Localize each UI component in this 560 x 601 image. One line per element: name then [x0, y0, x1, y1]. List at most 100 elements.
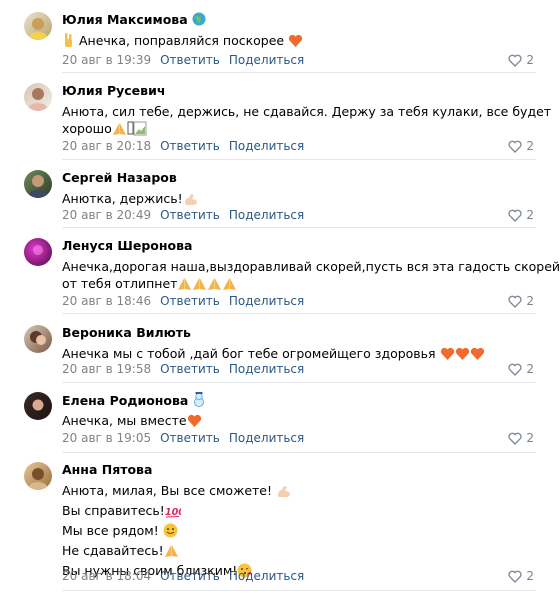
author-name[interactable]: Юлия Русевич — [62, 83, 165, 98]
avatar[interactable] — [24, 12, 52, 40]
reply-button[interactable]: Ответить — [160, 431, 220, 445]
comment-meta: 20 авг в 20:18 Ответить Поделиться — [62, 138, 304, 154]
reply-button[interactable]: Ответить — [160, 208, 220, 222]
comment: Сергей Назаров Анютка, держись! 20 авг в… — [0, 170, 560, 228]
praying-hands-icon — [164, 544, 179, 562]
orange-heart-icon — [288, 34, 303, 52]
heart-outline-icon — [508, 54, 522, 67]
comment-author[interactable]: Елена Родионова — [62, 392, 206, 411]
divider — [62, 72, 536, 73]
divider — [62, 227, 536, 228]
snowman-icon — [192, 392, 206, 411]
victory-hand-icon — [62, 33, 75, 52]
divider — [62, 313, 536, 314]
avatar[interactable] — [24, 238, 52, 266]
comment: Анна Пятова Анюта, милая, Вы все сможете… — [0, 462, 560, 592]
like-button[interactable]: 2 — [508, 207, 534, 223]
avatar[interactable] — [24, 462, 52, 490]
comment: Юлия Русевич Анюта, сил тебе, держись, н… — [0, 83, 560, 160]
comment-date[interactable]: 20 авг в 18:46 — [62, 294, 151, 308]
text-line: от тебя отлипнет — [62, 276, 178, 291]
like-button[interactable]: 2 — [508, 138, 534, 154]
divider — [62, 382, 536, 383]
reply-button[interactable]: Ответить — [160, 294, 220, 308]
author-name[interactable]: Анна Пятова — [62, 462, 152, 477]
author-name[interactable]: Ленуся Шеронова — [62, 238, 192, 253]
comment-text: Анюта, сил тебе, держись, не сдавайся. Д… — [62, 103, 552, 140]
orange-heart-icon — [455, 347, 470, 365]
heart-outline-icon — [508, 570, 522, 583]
text-line: Анютка, держись! — [62, 191, 183, 206]
avatar[interactable] — [24, 325, 52, 353]
text-line: Анюта, сил тебе, держись, не сдавайся. Д… — [62, 104, 552, 119]
comments-list: Юлия Максимова Анечка, поправляйся поско… — [0, 0, 560, 601]
comment-text: Анюта, милая, Вы все сможете! Вы справит… — [62, 482, 532, 582]
share-button[interactable]: Поделиться — [229, 139, 304, 153]
globe-icon — [192, 12, 206, 30]
comment-author[interactable]: Юлия Максимова — [62, 12, 206, 30]
comment-author[interactable]: Сергей Назаров — [62, 170, 177, 186]
text-line: Анечка, поправляйся поскорее — [78, 33, 285, 48]
comment-meta: 20 авг в 19:05 Ответить Поделиться — [62, 430, 304, 446]
comment-author[interactable]: Ленуся Шеронова — [62, 238, 192, 254]
like-button[interactable]: 2 — [508, 430, 534, 446]
like-count: 2 — [526, 208, 534, 222]
divider — [62, 452, 536, 453]
comment-author[interactable]: Юлия Русевич — [62, 83, 165, 99]
heart-outline-icon — [508, 295, 522, 308]
comment-date[interactable]: 20 авг в 19:58 — [62, 362, 151, 376]
comment-author[interactable]: Анна Пятова — [62, 462, 152, 478]
heart-outline-icon — [508, 209, 522, 222]
share-button[interactable]: Поделиться — [229, 431, 304, 445]
comment-date[interactable]: 20 авг в 18:04 — [62, 569, 151, 583]
comment-date[interactable]: 20 авг в 20:49 — [62, 208, 151, 222]
avatar[interactable] — [24, 170, 52, 198]
comment-date[interactable]: 20 авг в 19:39 — [62, 53, 151, 67]
comment: Ленуся Шеронова Анечка,дорогая наша,вызд… — [0, 238, 560, 314]
like-button[interactable]: 2 — [508, 52, 534, 68]
comment-date[interactable]: 20 авг в 20:18 — [62, 139, 151, 153]
avatar-photo — [28, 88, 48, 111]
comment-date[interactable]: 20 авг в 19:05 — [62, 431, 151, 445]
comment: Юлия Максимова Анечка, поправляйся поско… — [0, 12, 560, 73]
text-line: хорошо — [62, 121, 112, 136]
like-count: 2 — [526, 53, 534, 67]
reply-button[interactable]: Ответить — [160, 53, 220, 67]
like-button[interactable]: 2 — [508, 568, 534, 584]
avatar[interactable] — [24, 83, 52, 111]
hundred-points-icon: 100 — [165, 504, 185, 522]
share-button[interactable]: Поделиться — [229, 569, 304, 583]
heart-outline-icon — [508, 363, 522, 376]
avatar-photo — [28, 468, 48, 490]
comment-meta: 20 авг в 18:04 Ответить Поделиться — [62, 568, 304, 584]
share-button[interactable]: Поделиться — [229, 53, 304, 67]
like-count: 2 — [526, 294, 534, 308]
orange-heart-icon — [470, 347, 485, 365]
like-count: 2 — [526, 569, 534, 583]
comment: Вероника Вилють Анечка мы с тобой ,дай б… — [0, 325, 560, 383]
comment-meta: 20 авг в 18:46 Ответить Поделиться — [62, 293, 304, 309]
avatar-photo — [30, 331, 46, 345]
text-line: Мы все рядом! — [62, 523, 159, 538]
share-button[interactable]: Поделиться — [229, 362, 304, 376]
comment-meta: 20 авг в 20:49 Ответить Поделиться — [62, 207, 304, 223]
reply-button[interactable]: Ответить — [160, 569, 220, 583]
comment-author[interactable]: Вероника Вилють — [62, 325, 191, 341]
author-name[interactable]: Юлия Максимова — [62, 12, 188, 27]
like-button[interactable]: 2 — [508, 293, 534, 309]
reply-button[interactable]: Ответить — [160, 362, 220, 376]
comment-text: Анечка, мы вместе — [62, 412, 532, 432]
share-button[interactable]: Поделиться — [229, 208, 304, 222]
like-count: 2 — [526, 362, 534, 376]
comment: Елена Родионова Анечка, мы вместе 20 авг… — [0, 392, 560, 453]
like-button[interactable]: 2 — [508, 361, 534, 377]
share-button[interactable]: Поделиться — [229, 294, 304, 308]
avatar-photo — [32, 399, 44, 411]
avatar[interactable] — [24, 392, 52, 420]
divider — [62, 590, 536, 591]
author-name[interactable]: Елена Родионова — [62, 393, 188, 408]
author-name[interactable]: Сергей Назаров — [62, 170, 177, 185]
reply-button[interactable]: Ответить — [160, 139, 220, 153]
author-name[interactable]: Вероника Вилють — [62, 325, 191, 340]
text-line: Не сдавайтесь! — [62, 543, 164, 558]
